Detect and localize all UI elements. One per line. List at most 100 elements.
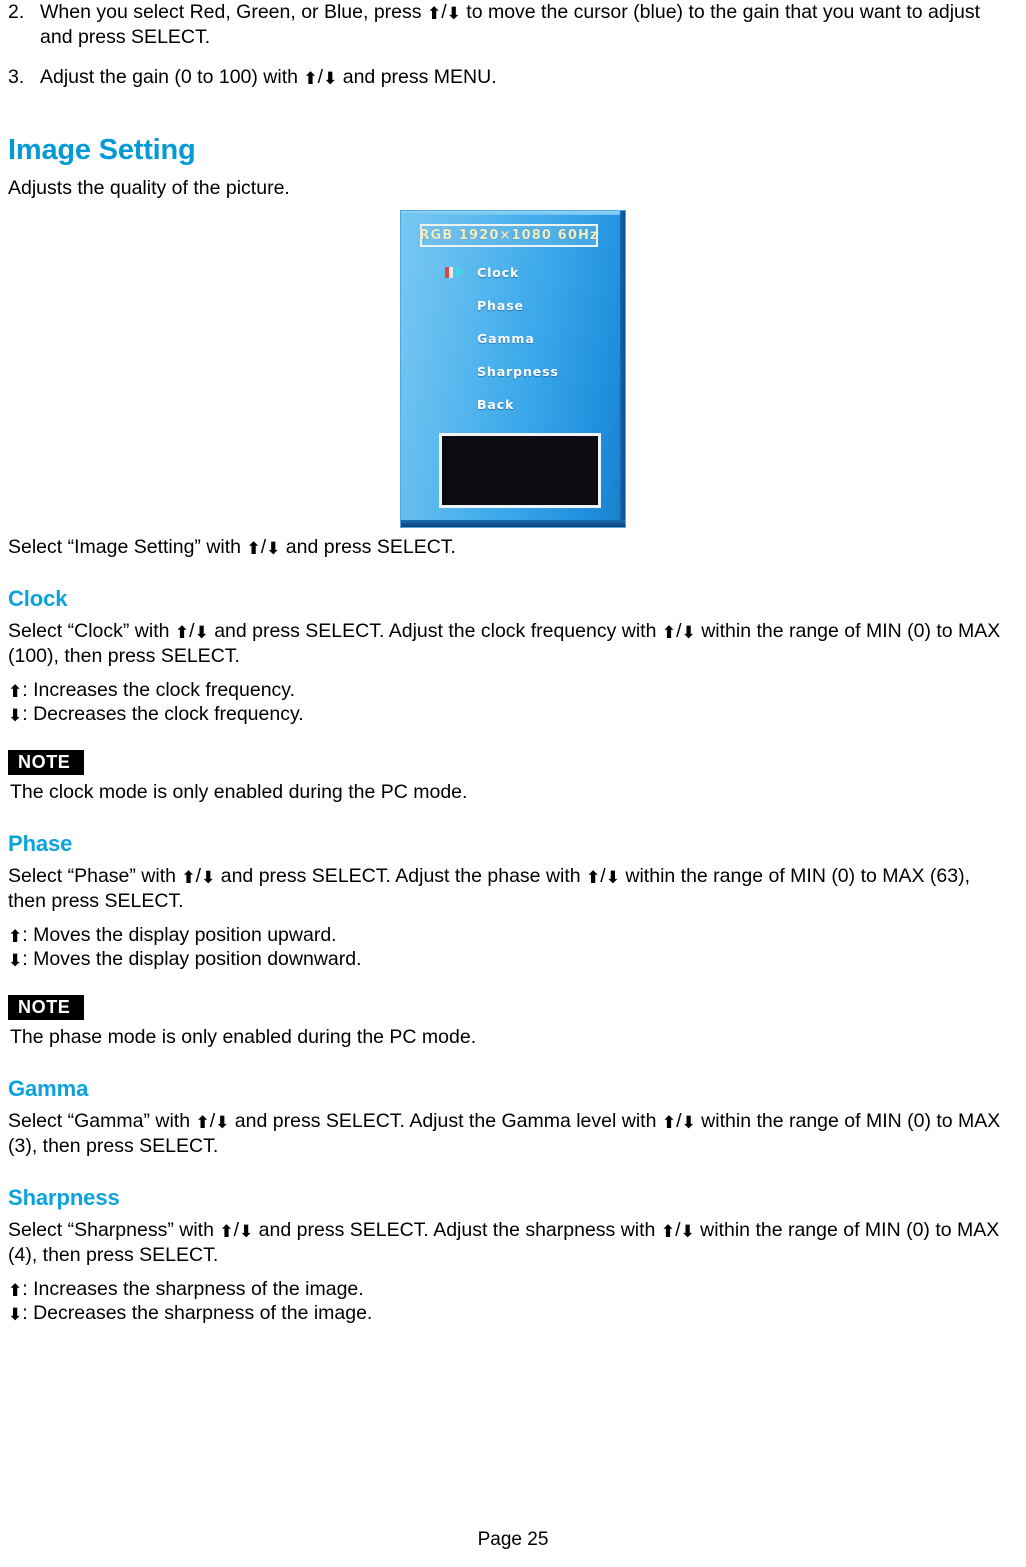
osd-menu-item-label: Gamma <box>477 331 535 346</box>
arrow-up-icon: ⬆ <box>303 69 318 89</box>
section-heading-phase: Phase <box>8 831 73 856</box>
sharpness-arrow-legend: ⬆: Increases the sharpness of the image.… <box>6 1277 1020 1325</box>
arrow-down-icon: ⬇ <box>194 623 209 643</box>
status-badge: NOTE <box>8 750 85 775</box>
phase-down-text: : Moves the display position downward. <box>22 948 362 970</box>
caption-before: Select “Image Setting” with <box>8 536 247 558</box>
osd-preview-panel <box>439 433 601 508</box>
arrow-down-icon: ⬇ <box>215 1113 230 1133</box>
sharpness-down-line: ⬇: Decreases the sharpness of the image. <box>8 1301 1020 1325</box>
arrow-up-icon: ⬆ <box>661 1113 677 1133</box>
manual-page: 2. When you select Red, Green, or Blue, … <box>0 0 1026 1567</box>
arrow-up-icon: ⬆ <box>8 1281 23 1301</box>
list-item: 3. Adjust the gain (0 to 100) with ⬆/⬇ a… <box>6 65 1020 90</box>
step-text: When you select Red, Green, or Blue, pre… <box>40 0 1020 50</box>
figure-caption: Select “Image Setting” with ⬆/⬇ and pres… <box>8 535 1020 560</box>
arrow-down-icon: ⬇ <box>8 706 23 726</box>
clock-down-line: ⬇: Decreases the clock frequency. <box>8 702 1020 726</box>
page-title: Image Setting <box>8 134 196 166</box>
arrow-separator: / <box>676 620 682 642</box>
arrow-up-icon: ⬆ <box>661 623 677 643</box>
sharpness-desc-2: and press SELECT. Adjust the sharpness w… <box>253 1219 661 1241</box>
arrow-down-icon: ⬇ <box>323 69 338 89</box>
sharpness-down-text: : Decreases the sharpness of the image. <box>22 1302 373 1324</box>
clock-up-text: : Increases the clock frequency. <box>22 679 296 701</box>
step-text-before: Adjust the gain (0 to 100) with <box>40 66 304 88</box>
arrow-up-icon: ⬆ <box>8 682 23 702</box>
arrow-down-icon: ⬇ <box>201 868 216 888</box>
sharpness-description: Select “Sharpness” with ⬆/⬇ and press SE… <box>8 1218 1020 1268</box>
osd-title-bar: RGB 1920×1080 60Hz <box>419 224 599 247</box>
osd-menu-item-label: Clock <box>477 265 520 280</box>
osd-top-edge <box>401 211 625 215</box>
note-block-clock: NOTE The clock mode is only enabled duri… <box>8 750 1020 805</box>
page-footer: Page 25 <box>0 1529 1026 1551</box>
phase-up-text: : Moves the display position upward. <box>22 924 337 946</box>
gamma-description: Select “Gamma” with ⬆/⬇ and press SELECT… <box>8 1109 1020 1159</box>
arrow-separator: / <box>675 1219 681 1241</box>
arrow-up-icon: ⬆ <box>660 1222 676 1242</box>
clock-desc-1: Select “Clock” with <box>8 620 175 642</box>
phase-desc-1: Select “Phase” with <box>8 865 182 887</box>
arrow-down-icon: ⬇ <box>266 539 281 559</box>
arrow-down-icon: ⬇ <box>605 868 620 888</box>
arrow-down-icon: ⬇ <box>680 1222 695 1242</box>
note-text: The phase mode is only enabled during th… <box>10 1026 477 1048</box>
arrow-up-icon: ⬆ <box>174 623 190 643</box>
arrow-up-icon: ⬆ <box>195 1113 210 1133</box>
osd-menu-screenshot: RGB 1920×1080 60Hz Clock Phase Gamma Sha… <box>401 211 625 527</box>
image-setting-intro: Adjusts the quality of the picture. <box>8 177 290 199</box>
arrow-down-icon: ⬇ <box>8 951 23 971</box>
osd-menu-item-gamma[interactable]: Gamma <box>401 329 625 362</box>
clock-down-text: : Decreases the clock frequency. <box>22 703 304 725</box>
osd-menu-item-phase[interactable]: Phase <box>401 296 625 329</box>
arrow-down-icon: ⬇ <box>446 4 461 24</box>
osd-menu-list: Clock Phase Gamma Sharpness Back <box>401 263 625 428</box>
arrow-up-icon: ⬆ <box>8 927 23 947</box>
osd-menu-item-label: Back <box>477 397 515 412</box>
sharpness-up-text: : Increases the sharpness of the image. <box>22 1278 364 1300</box>
step-text: Adjust the gain (0 to 100) with ⬆/⬇ and … <box>40 65 1020 90</box>
list-item: 2. When you select Red, Green, or Blue, … <box>6 0 1020 50</box>
osd-menu-item-clock[interactable]: Clock <box>401 263 625 296</box>
phase-description: Select “Phase” with ⬆/⬇ and press SELECT… <box>8 864 1020 914</box>
note-text: The clock mode is only enabled during th… <box>10 781 468 803</box>
status-badge: NOTE <box>8 995 85 1020</box>
arrow-separator: / <box>676 1110 682 1132</box>
arrow-up-icon: ⬆ <box>426 4 442 24</box>
clock-desc-2: and press SELECT. Adjust the clock frequ… <box>208 620 662 642</box>
phase-up-line: ⬆: Moves the display position upward. <box>8 923 1020 947</box>
arrow-separator: / <box>600 865 606 887</box>
osd-menu-item-label: Sharpness <box>477 364 559 379</box>
osd-menu-item-back[interactable]: Back <box>401 395 625 428</box>
arrow-up-icon: ⬆ <box>181 868 196 888</box>
sharpness-up-line: ⬆: Increases the sharpness of the image. <box>8 1277 1020 1301</box>
step-text-after: and press MENU. <box>337 66 497 88</box>
clock-up-line: ⬆: Increases the clock frequency. <box>8 678 1020 702</box>
osd-menu-item-sharpness[interactable]: Sharpness <box>401 362 625 395</box>
arrow-down-icon: ⬇ <box>239 1222 254 1242</box>
sharpness-desc-1: Select “Sharpness” with <box>8 1219 220 1241</box>
section-heading-sharpness: Sharpness <box>8 1185 120 1210</box>
caption-after: and press SELECT. <box>280 536 456 558</box>
phase-desc-2: and press SELECT. Adjust the phase with <box>215 865 587 887</box>
osd-right-edge <box>620 211 625 527</box>
osd-bottom-edge <box>401 520 625 527</box>
step-text-before: When you select Red, Green, or Blue, pre… <box>40 1 427 23</box>
arrow-down-icon: ⬇ <box>8 1305 23 1325</box>
phase-down-line: ⬇: Moves the display position downward. <box>8 947 1020 971</box>
section-heading-clock: Clock <box>8 586 68 611</box>
clock-arrow-legend: ⬆: Increases the clock frequency. ⬇: Dec… <box>6 678 1020 726</box>
arrow-separator: / <box>441 1 447 23</box>
cursor-arrow-icon <box>445 267 466 278</box>
osd-title-text: RGB 1920×1080 60Hz <box>419 228 599 243</box>
step-number: 2. <box>8 1 25 23</box>
section-heading-gamma: Gamma <box>8 1076 89 1101</box>
arrow-up-icon: ⬆ <box>246 539 261 559</box>
arrow-up-icon: ⬆ <box>219 1222 234 1242</box>
page-number: Page 25 <box>477 1529 549 1550</box>
gamma-desc-2: and press SELECT. Adjust the Gamma level… <box>229 1110 662 1132</box>
arrow-down-icon: ⬇ <box>681 1113 696 1133</box>
phase-arrow-legend: ⬆: Moves the display position upward. ⬇:… <box>6 923 1020 971</box>
step-number: 3. <box>8 66 25 88</box>
